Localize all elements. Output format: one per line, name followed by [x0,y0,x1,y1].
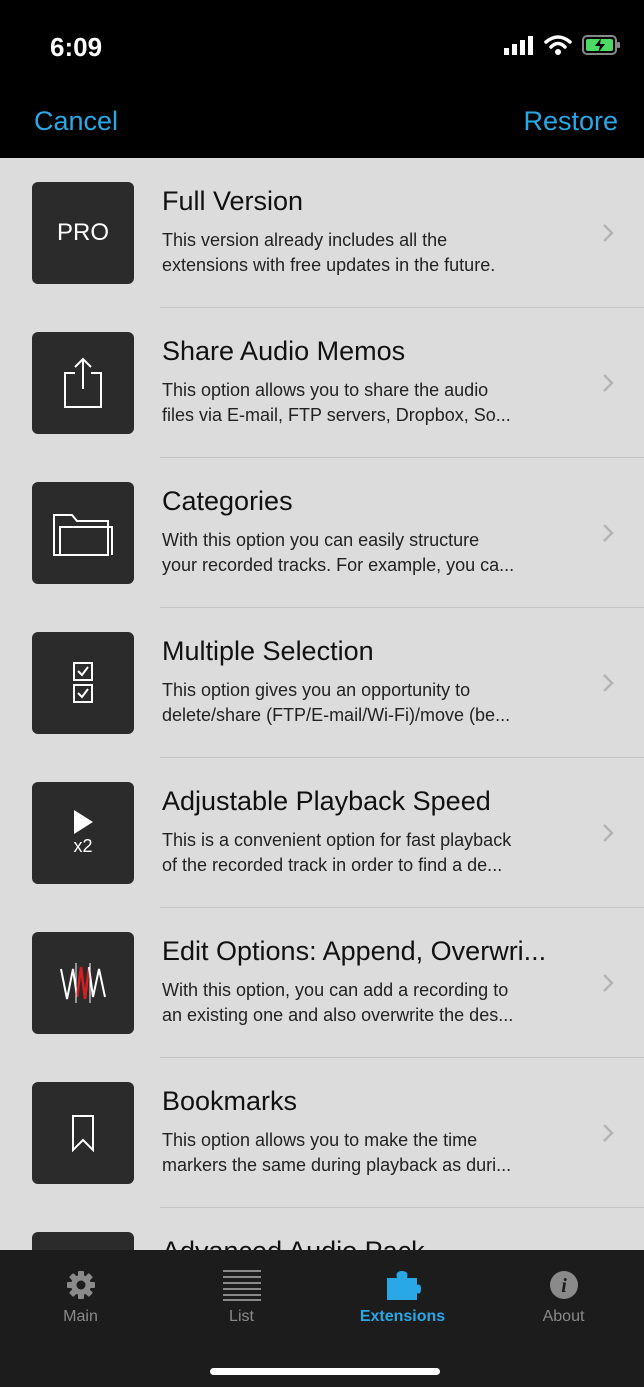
item-description-line: This version already includes all the [162,230,448,250]
puzzle-icon [385,1268,421,1302]
list-icon [222,1268,261,1302]
item-description-line: your recorded tracks. For example, you c… [162,555,515,575]
item-description: With this option, you can add a recordin… [162,978,592,1028]
chevron-right-icon [603,1124,614,1142]
list-item-categories[interactable]: Categories With this option you can easi… [0,458,644,608]
item-description-line: delete/share (FTP/E-mail/Wi-Fi)/move (be… [162,705,511,725]
gear-icon [66,1268,96,1302]
item-title: Bookmarks [162,1086,298,1116]
restore-button[interactable]: Restore [523,106,618,137]
item-description-line: This is a convenient option for fast pla… [162,830,512,850]
pro-badge-label: PRO [56,219,109,246]
item-title: Categories [162,486,293,516]
item-description-line: This option allows you to share the audi… [162,380,489,400]
item-description: This option gives you an opportunity to … [162,678,592,728]
cancel-button[interactable]: Cancel [34,106,118,137]
tab-list[interactable]: List [161,1250,322,1346]
list-item-full-version[interactable]: PRO Full Version This version already in… [0,158,644,308]
chevron-right-icon [603,974,614,992]
tab-label: List [229,1308,254,1325]
item-description: This option allows you to make the time … [162,1128,592,1178]
info-icon: i [549,1268,579,1302]
item-title: Advanced Audio Pack [162,1236,580,1250]
tab-extensions[interactable]: Extensions [322,1250,483,1346]
home-indicator [210,1368,440,1375]
item-description-line: an existing one and also overwrite the d… [162,1005,514,1025]
bookmark-icon [32,1082,134,1184]
chevron-right-icon [603,224,614,242]
svg-text:i: i [561,1275,567,1297]
extensions-list[interactable]: PRO Full Version This version already in… [0,158,644,1250]
list-item-edit-options[interactable]: Edit Options: Append, Overwri... With th… [0,908,644,1058]
tab-about[interactable]: i About [483,1250,644,1346]
wifi-icon [544,35,572,55]
item-description: This version already includes all the ex… [162,228,592,278]
list-item-adjustable-playback-speed[interactable]: x2 Adjustable Playback Speed This is a c… [0,758,644,908]
checkbox-list-icon [32,632,134,734]
item-title: Adjustable Playback Speed [162,786,491,816]
item-description-line: markers the same during playback as duri… [162,1155,512,1175]
tab-label: About [542,1308,585,1325]
list-item-share-audio-memos[interactable]: Share Audio Memos This option allows you… [0,308,644,458]
playback-speed-label: x2 [73,836,93,856]
item-description-line: This option allows you to make the time [162,1130,478,1150]
chevron-right-icon [603,674,614,692]
item-title: Edit Options: Append, Overwri... [162,936,547,966]
chevron-right-icon [603,374,614,392]
item-description: This option allows you to share the audi… [162,378,592,428]
status-time: 6:09 [50,32,103,62]
item-description-line: files via E-mail, FTP servers, Dropbox, … [162,405,511,425]
list-item-advanced-audio-pack[interactable]: Advanced Audio Pack [0,1208,644,1250]
status-icons [504,30,622,60]
item-description-line: With this option, you can add a recordin… [162,980,509,1000]
item-description-line: of the recorded track in order to find a… [162,855,503,875]
item-title: Share Audio Memos [162,336,406,366]
waveform-icon [32,932,134,1034]
item-description-line: With this option you can easily structur… [162,530,480,550]
list-item-bookmarks[interactable]: Bookmarks This option allows you to make… [0,1058,644,1208]
tab-bar: Main List Extensions i About [0,1250,644,1387]
item-description-line: This option gives you an opportunity to [162,680,471,700]
tab-label: Main [63,1308,98,1325]
playback-speed-icon: x2 [32,782,134,884]
tab-label: Extensions [359,1308,446,1325]
item-description: This is a convenient option for fast pla… [162,828,592,878]
item-title: Full Version [162,186,304,216]
list-item-multiple-selection[interactable]: Multiple Selection This option gives you… [0,608,644,758]
navigation-bar: Cancel Restore [0,90,644,158]
chevron-right-icon [603,824,614,842]
share-icon [32,332,134,434]
item-description: With this option you can easily structur… [162,528,592,578]
status-bar: 6:09 [0,0,644,90]
item-title: Multiple Selection [162,636,374,666]
tab-main[interactable]: Main [0,1250,161,1346]
chevron-right-icon [603,524,614,542]
folder-icon [32,482,134,584]
item-description-line: extensions with free updates in the futu… [162,255,496,275]
battery-charging-icon [582,35,620,55]
audio-pack-icon [32,1232,134,1250]
signal-icon [504,36,533,55]
pro-badge-icon: PRO [32,182,134,284]
